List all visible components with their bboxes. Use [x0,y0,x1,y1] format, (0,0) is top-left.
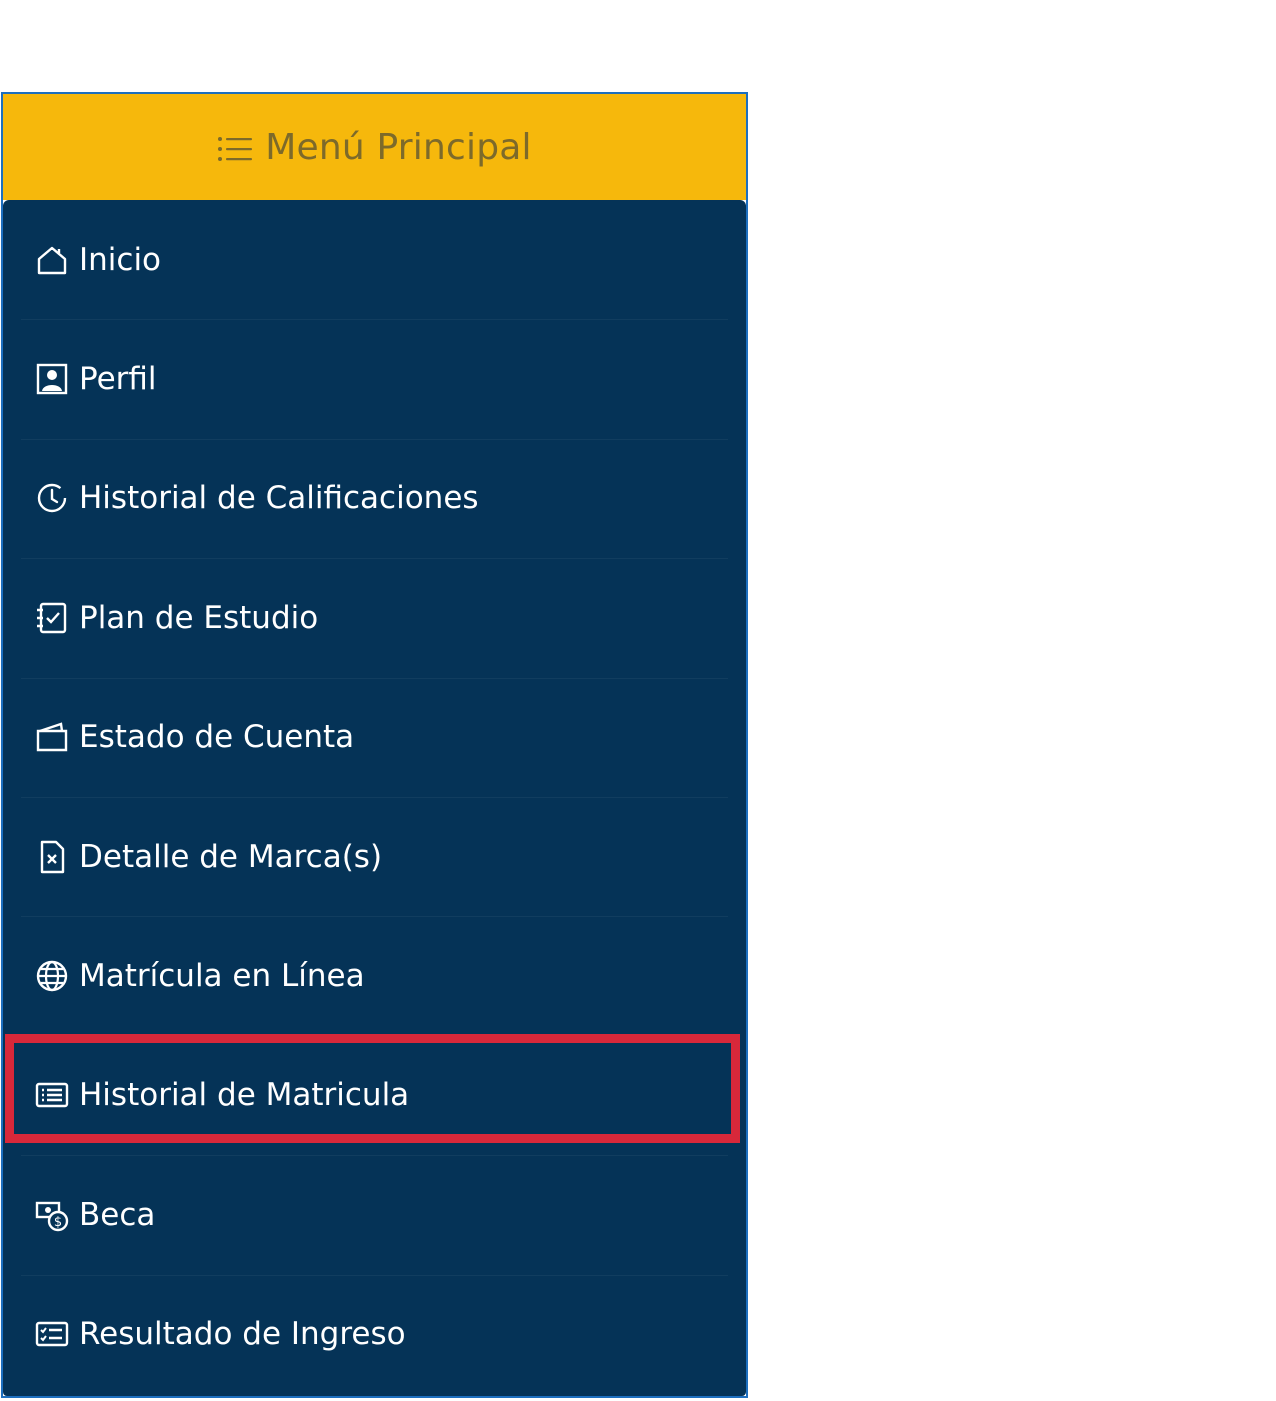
menu-item-label: Historial de Matricula [79,1077,410,1114]
globe-icon [35,959,69,993]
card-checklist-icon [35,1317,69,1351]
menu-item-label: Estado de Cuenta [79,719,355,756]
menu-item-resultado-ingreso[interactable]: Resultado de Ingreso [3,1274,746,1394]
menu-item-label: Inicio [79,241,162,278]
menu-item-label: Historial de Calificaciones [79,480,479,517]
menu-item-matricula-linea[interactable]: Matrícula en Línea [3,916,746,1035]
cash-coin-icon: $ [35,1198,69,1232]
clock-history-icon [35,481,69,515]
menu-item-inicio[interactable]: Inicio [3,200,746,319]
menu-list: Inicio Perfil Historial de Calificacione… [3,200,746,1396]
menu-item-perfil[interactable]: Perfil [3,319,746,438]
menu-item-plan-estudio[interactable]: Plan de Estudio [3,558,746,677]
menu-item-label: Plan de Estudio [79,599,319,636]
list-icon [217,132,253,162]
menu-item-label: Perfil [79,361,157,398]
menu-item-beca[interactable]: $ Beca [3,1155,746,1274]
wallet-icon [35,720,69,754]
journal-check-icon [35,601,69,635]
card-list-icon [35,1078,69,1112]
menu-item-label: Detalle de Marca(s) [79,838,383,875]
menu-item-historial-matricula[interactable]: Historial de Matricula [3,1035,746,1155]
svg-text:$: $ [54,1215,62,1230]
menu-item-estado-cuenta[interactable]: Estado de Cuenta [3,677,746,797]
menu-item-historial-calificaciones[interactable]: Historial de Calificaciones [3,438,746,558]
menu-item-detalle-marcas[interactable]: Detalle de Marca(s) [3,796,746,916]
menu-item-label: Resultado de Ingreso [79,1316,406,1353]
menu-header[interactable]: Menú Principal [3,94,746,200]
house-icon [35,243,69,277]
menu-title: Menú Principal [265,126,532,168]
menu-item-label: Beca [79,1196,156,1233]
file-x-icon [35,840,69,874]
menu-item-label: Matrícula en Línea [79,958,365,995]
main-menu-panel: Menú Principal Inicio Perfil Historial d… [1,92,748,1398]
person-badge-icon [35,362,69,396]
